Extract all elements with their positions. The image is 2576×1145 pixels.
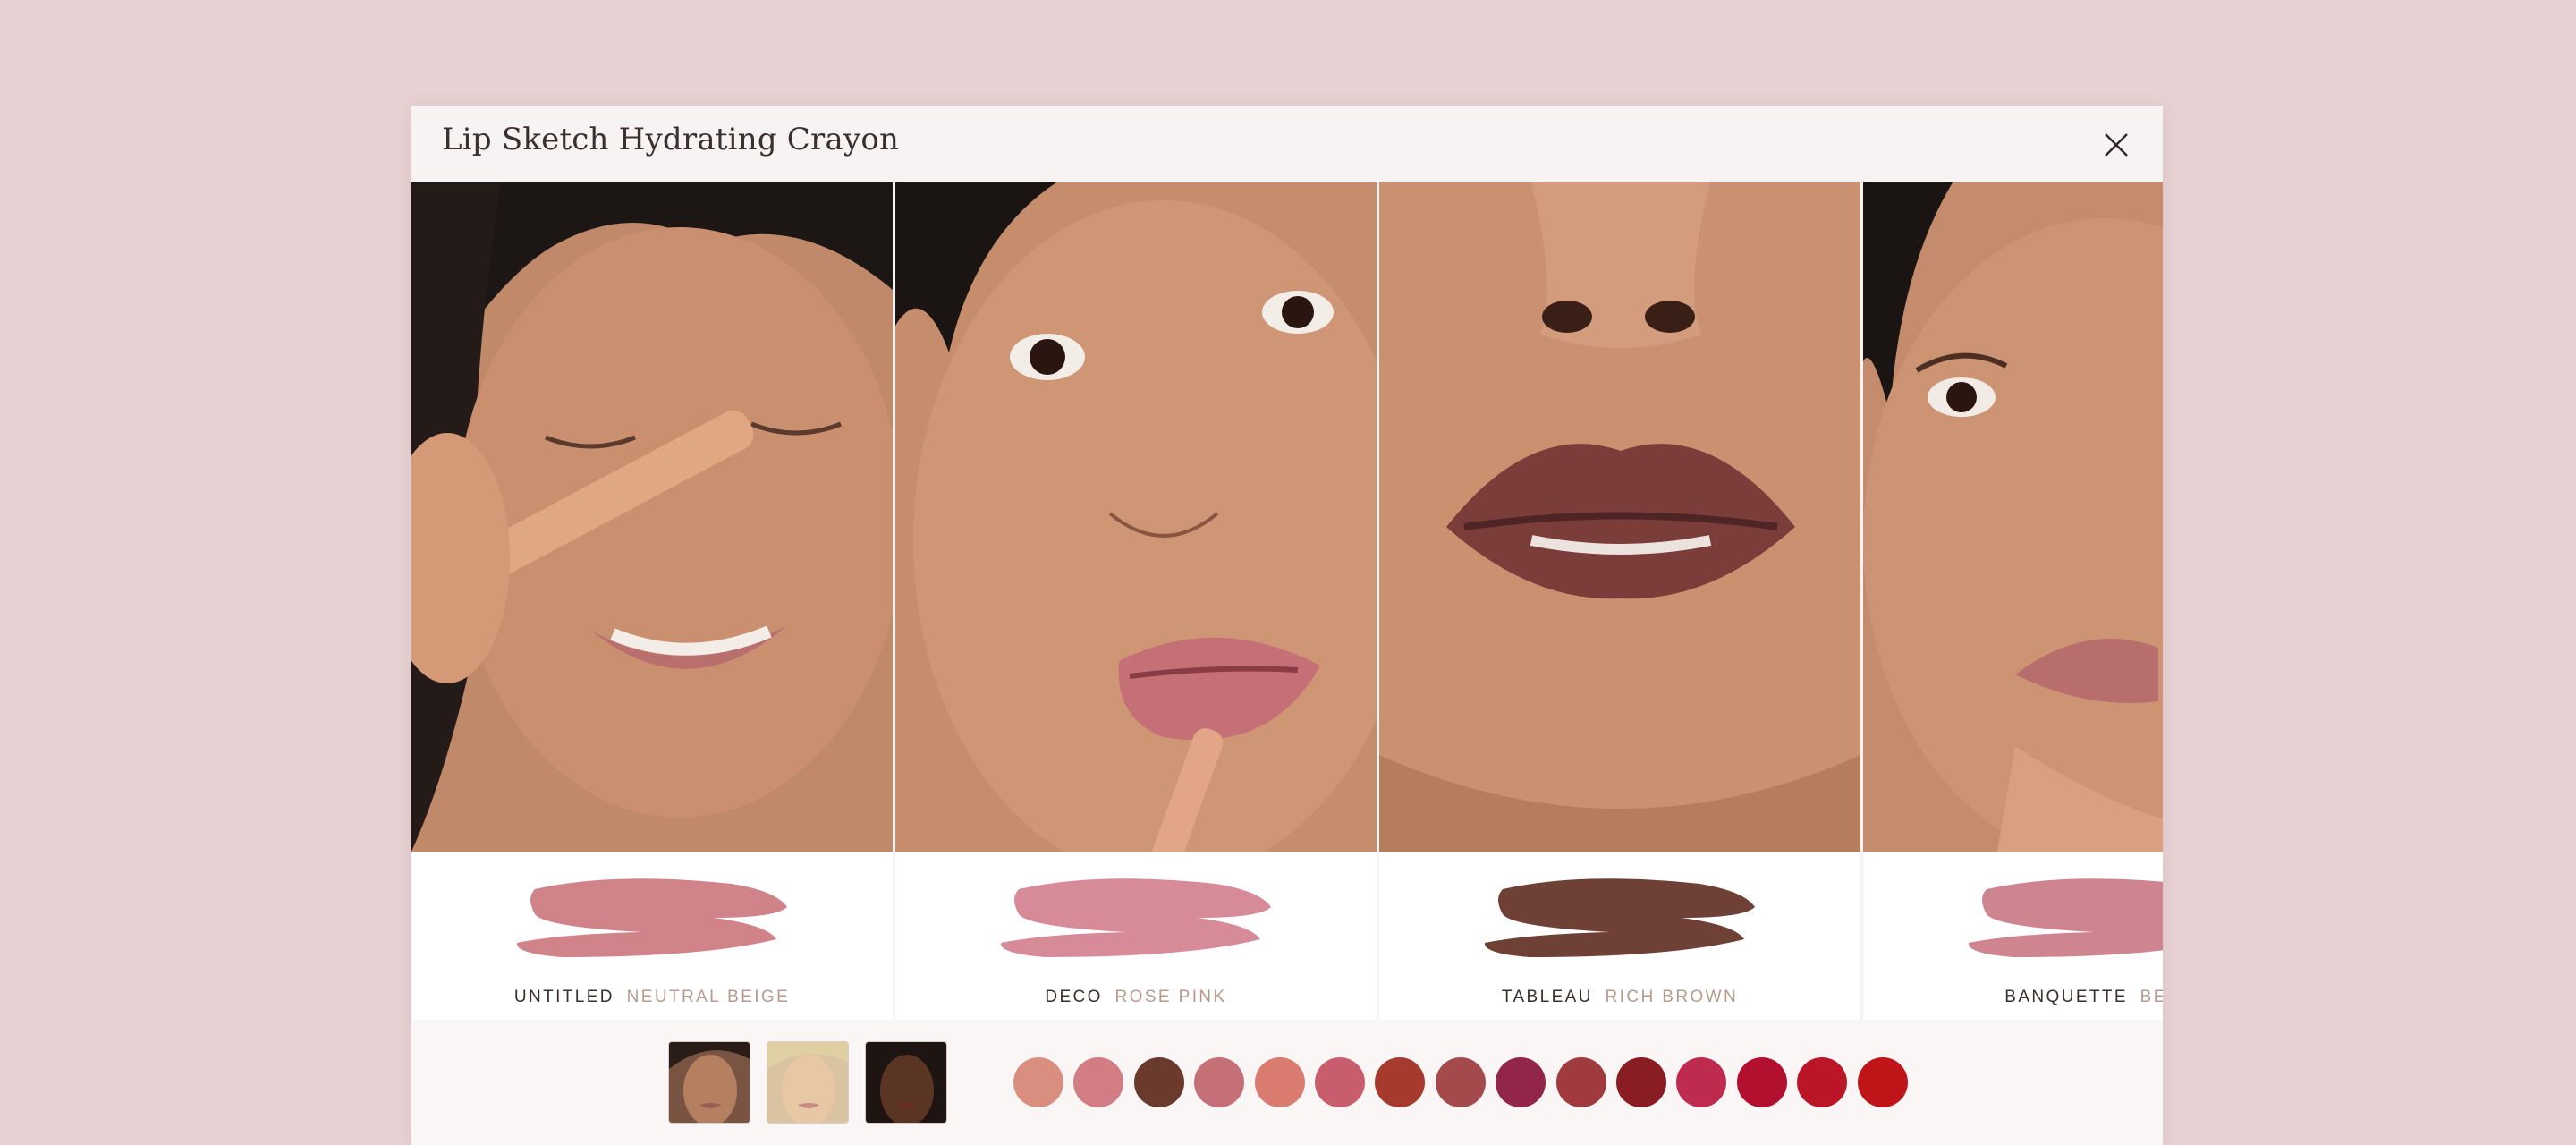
shade-carousel[interactable]: UNTITLED NEUTRAL BEIGE DECO ROSE PINK TA…: [411, 182, 2163, 1081]
shade-color-dot[interactable]: [1254, 1057, 1305, 1107]
modal-title: Lip Sketch Hydrating Crayon: [442, 122, 900, 157]
shade-color-dot[interactable]: [1797, 1057, 1848, 1107]
shade-color-dot[interactable]: [1194, 1057, 1245, 1107]
shade-label: TABLEAU RICH BROWN: [1379, 988, 1860, 1007]
shade-description: NEUTRAL BEIGE: [626, 988, 791, 1006]
shade-color-dot[interactable]: [1857, 1057, 1908, 1107]
shade-description: ROSE PINK: [1114, 988, 1227, 1006]
shade-color-dot[interactable]: [1073, 1057, 1124, 1107]
shade-label: BANQUETTE BEIGE: [1863, 988, 2163, 1007]
modal-header: Lip Sketch Hydrating Crayon: [411, 106, 2163, 182]
model-thumbnail[interactable]: [865, 1041, 947, 1124]
shade-photo: [1379, 182, 1860, 852]
shade-color-dot[interactable]: [1375, 1057, 1426, 1107]
model-thumbnail[interactable]: [767, 1041, 849, 1124]
shade-selector-bar: [411, 1020, 2163, 1145]
shade-color-dot[interactable]: [1496, 1057, 1546, 1107]
shade-color-dot[interactable]: [1736, 1057, 1787, 1107]
model-thumbnail[interactable]: [668, 1041, 750, 1124]
shade-name: TABLEAU: [1501, 988, 1593, 1006]
shade-color-dot[interactable]: [1616, 1057, 1666, 1107]
shade-slide[interactable]: BANQUETTE BEIGE: [1863, 182, 2163, 1081]
product-modal: Lip Sketch Hydrating Crayon UNTITLED NEU…: [411, 106, 2163, 1145]
lipstick-swatch: [1000, 878, 1271, 957]
lipstick-swatch: [1484, 878, 1755, 957]
shade-color-dot[interactable]: [1555, 1057, 1606, 1107]
lipstick-swatch: [1968, 878, 2163, 957]
shade-color-dot[interactable]: [1013, 1057, 1063, 1107]
shade-photo: [1863, 182, 2163, 852]
shade-color-dot[interactable]: [1133, 1057, 1184, 1107]
shade-label: UNTITLED NEUTRAL BEIGE: [411, 988, 893, 1007]
shade-description: RICH BROWN: [1605, 988, 1739, 1006]
shade-color-dot[interactable]: [1315, 1057, 1365, 1107]
shade-color-dot[interactable]: [1435, 1057, 1486, 1107]
shade-photo: [895, 182, 1377, 852]
shade-label: DECO ROSE PINK: [895, 988, 1377, 1007]
close-icon: [2105, 133, 2128, 157]
shade-name: DECO: [1045, 988, 1103, 1006]
shade-slide[interactable]: DECO ROSE PINK: [895, 182, 1377, 1081]
shade-color-dot[interactable]: [1676, 1057, 1727, 1107]
shade-slide[interactable]: TABLEAU RICH BROWN: [1379, 182, 1860, 1081]
shade-photo: [411, 182, 893, 852]
lipstick-swatch: [516, 878, 787, 957]
shade-slide[interactable]: UNTITLED NEUTRAL BEIGE: [411, 182, 893, 1081]
close-button[interactable]: [2097, 125, 2136, 165]
shade-name: BANQUETTE: [2004, 988, 2128, 1006]
shade-name: UNTITLED: [513, 988, 614, 1006]
shade-description: BEIGE: [2140, 988, 2163, 1006]
